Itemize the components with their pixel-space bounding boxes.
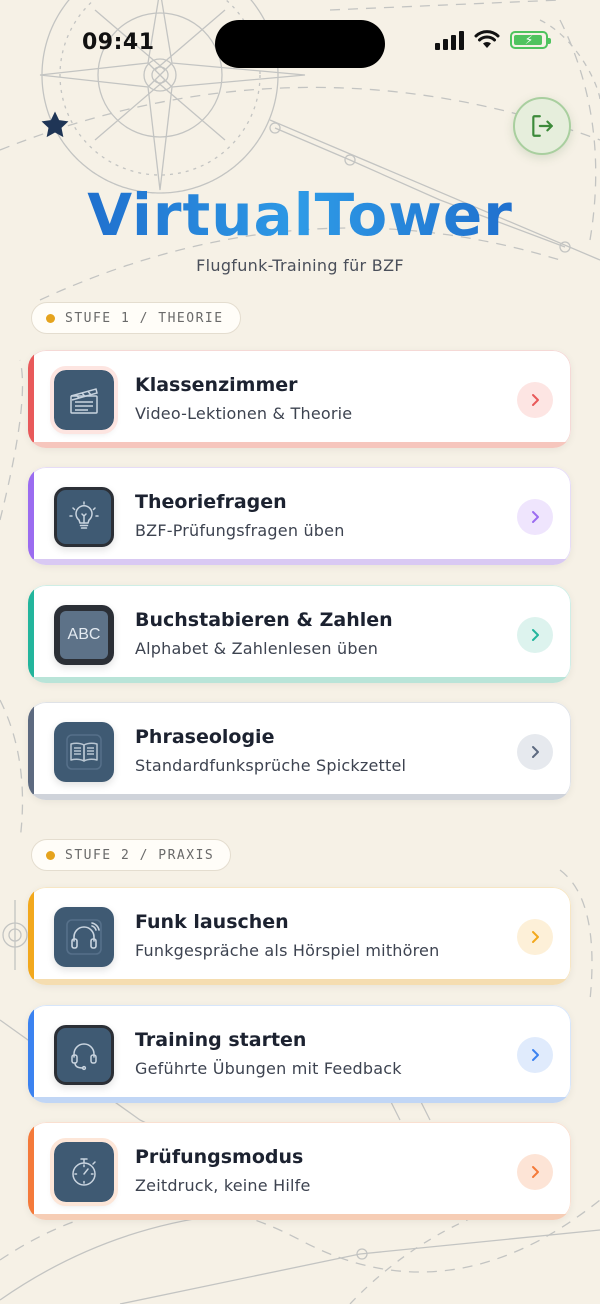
card-description: Standardfunksprüche Spickzettel	[135, 756, 407, 775]
book-icon	[54, 722, 114, 782]
card-description: Geführte Übungen mit Feedback	[135, 1059, 402, 1078]
abc-icon-label: ABC	[60, 611, 108, 659]
status-bar: 09:41 ⚡	[0, 0, 600, 90]
card-title: Theoriefragen	[135, 491, 287, 513]
card-pruefungsmodus[interactable]: Prüfungsmodus Zeitdruck, keine Hilfe	[28, 1122, 571, 1220]
chevron-right-icon	[517, 499, 553, 535]
chevron-right-icon	[517, 382, 553, 418]
card-title: Buchstabieren & Zahlen	[135, 609, 393, 631]
section-label: STUFE 1 / THEORIE	[65, 310, 224, 326]
section-chip-stufe-2: STUFE 2 / PRAXIS	[31, 839, 232, 871]
card-title: Funk lauschen	[135, 911, 289, 933]
stopwatch-icon	[50, 1138, 118, 1206]
chevron-right-icon	[517, 617, 553, 653]
card-buchstabieren-zahlen[interactable]: ABC Buchstabieren & Zahlen Alphabet & Za…	[28, 585, 571, 683]
card-description: Zeitdruck, keine Hilfe	[135, 1176, 311, 1195]
battery-icon: ⚡	[510, 31, 551, 49]
section-chip-stufe-1: STUFE 1 / THEORIE	[31, 302, 241, 334]
brand-header: VirtualTower Flugfunk-Training für BZF	[0, 180, 600, 275]
card-theoriefragen[interactable]: Theoriefragen BZF-Prüfungsfragen üben	[28, 467, 571, 565]
abc-icon: ABC	[54, 605, 114, 665]
card-title: Training starten	[135, 1029, 307, 1051]
card-description: Alphabet & Zahlenlesen üben	[135, 639, 379, 658]
logout-icon	[532, 115, 553, 137]
card-training-starten[interactable]: Training starten Geführte Übungen mit Fe…	[28, 1005, 571, 1103]
card-funk-lauschen[interactable]: Funk lauschen Funkgespräche als Hörspiel…	[28, 887, 571, 985]
lightbulb-icon	[54, 487, 114, 547]
section-label: STUFE 2 / PRAXIS	[65, 847, 215, 863]
wifi-icon	[474, 30, 500, 48]
chevron-right-icon	[517, 1037, 553, 1073]
card-title: Klassenzimmer	[135, 374, 298, 396]
card-description: Video-Lektionen & Theorie	[135, 404, 353, 423]
status-icons: ⚡	[435, 30, 551, 50]
card-title: Phraseologie	[135, 726, 275, 748]
status-time: 09:41	[82, 30, 155, 55]
card-klassenzimmer[interactable]: Klassenzimmer Video-Lektionen & Theorie	[28, 350, 571, 448]
chevron-right-icon	[517, 734, 553, 770]
chevron-right-icon	[517, 919, 553, 955]
app-title: VirtualTower	[0, 180, 600, 250]
chevron-right-icon	[517, 1154, 553, 1190]
dynamic-island	[215, 20, 385, 68]
card-title: Prüfungsmodus	[135, 1146, 304, 1168]
card-description: Funkgespräche als Hörspiel mithören	[135, 941, 440, 960]
card-description: BZF-Prüfungsfragen üben	[135, 521, 345, 540]
logout-button[interactable]	[513, 97, 571, 155]
star-icon[interactable]	[38, 108, 72, 142]
section-dot	[46, 313, 55, 323]
headphones-icon	[54, 907, 114, 967]
signal-icon	[435, 30, 464, 50]
card-phraseologie[interactable]: Phraseologie Standardfunksprüche Spickze…	[28, 702, 571, 800]
clapperboard-icon	[50, 366, 118, 434]
headset-icon	[54, 1025, 114, 1085]
app-subtitle: Flugfunk-Training für BZF	[196, 256, 404, 275]
section-dot	[46, 850, 55, 860]
